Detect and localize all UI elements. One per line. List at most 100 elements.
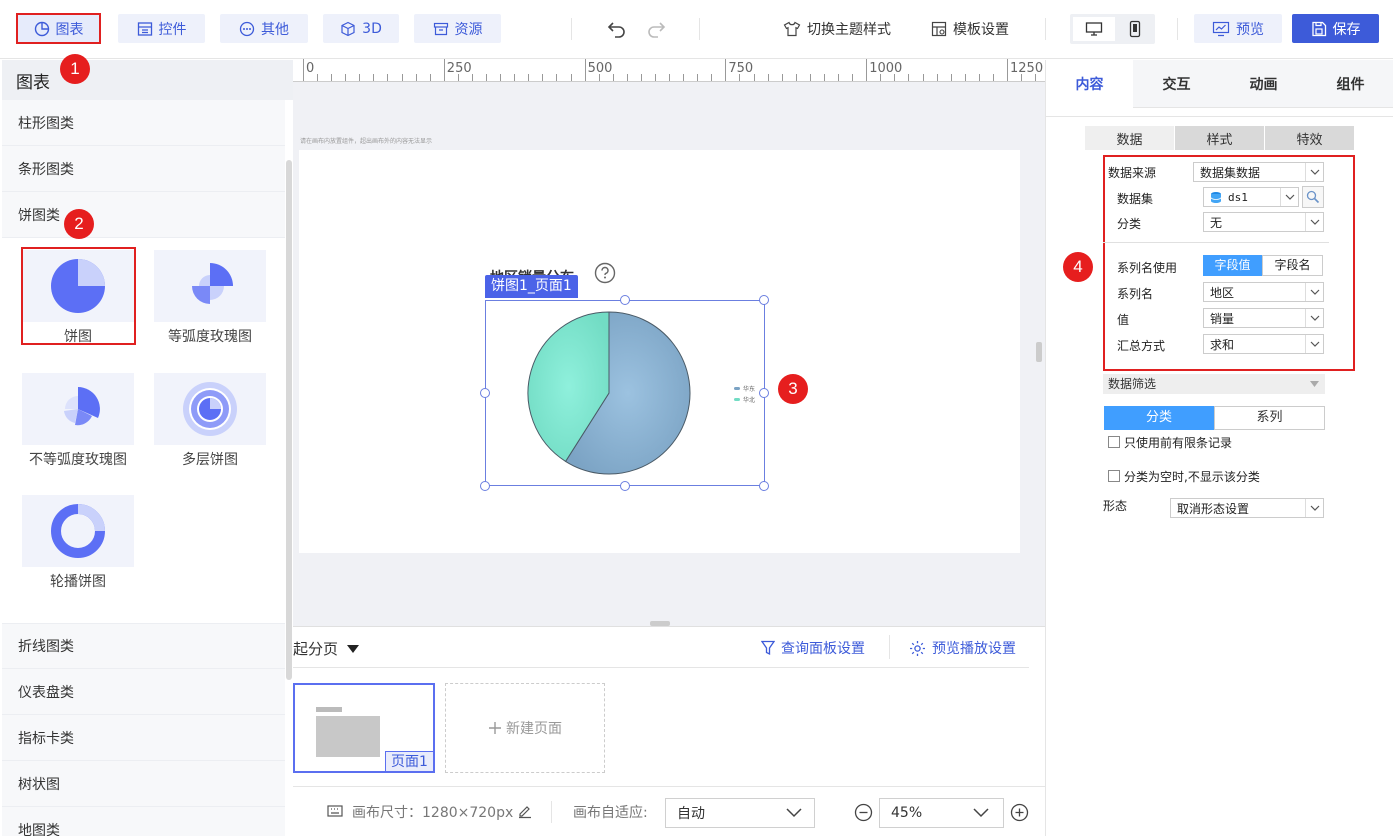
zoom-out-icon[interactable]	[854, 803, 873, 822]
ruler-tick	[345, 74, 347, 81]
category-bar[interactable]: 柱形图类	[2, 100, 285, 146]
form-select[interactable]: 取消形态设置	[1170, 498, 1324, 518]
category-kpi[interactable]: 指标卡类	[2, 715, 285, 761]
undo-icon[interactable]	[607, 20, 627, 38]
category-map[interactable]: 地图类	[2, 807, 285, 836]
horizontal-ruler: 0 250 500 750 1000 1250	[293, 59, 1045, 82]
ruler-tick	[978, 74, 980, 81]
other-tab-button[interactable]: 其他	[220, 14, 308, 43]
subtab-style[interactable]: 样式	[1175, 126, 1264, 150]
category-strip[interactable]: 条形图类	[2, 146, 285, 192]
series-option-field-name[interactable]: 字段名	[1262, 255, 1323, 276]
form-value: 取消形态设置	[1177, 501, 1250, 516]
resize-handle[interactable]	[620, 481, 630, 491]
item-label: 不等弧度玫瑰图	[29, 452, 127, 468]
switch-theme-button[interactable]: 切换主题样式	[783, 14, 891, 43]
series-option-field-value[interactable]: 字段值	[1203, 255, 1262, 276]
donut-chart-icon	[51, 504, 105, 558]
redo-icon[interactable]	[646, 20, 666, 38]
aggregation-label: 汇总方式	[1117, 339, 1166, 353]
new-page-label: 新建页面	[506, 721, 562, 737]
legend-item: 华东	[734, 383, 755, 394]
category-gauge[interactable]: 仪表盘类	[2, 669, 285, 715]
category-line[interactable]: 折线图类	[2, 623, 285, 669]
pie-widget[interactable]: 华东 华北	[485, 300, 765, 486]
dataset-search-button[interactable]	[1302, 186, 1324, 208]
dataset-select[interactable]: ds1	[1203, 187, 1299, 207]
filter-tab-category[interactable]: 分类	[1104, 406, 1214, 430]
save-button[interactable]: 保存	[1292, 14, 1379, 43]
item-equal-rose[interactable]: 等弧度玫瑰图	[154, 250, 266, 346]
ruler-label: 250	[446, 61, 472, 76]
resource-tab-button[interactable]: 资源	[414, 14, 501, 43]
ruler-tick	[584, 59, 586, 81]
item-unequal-rose[interactable]: 不等弧度玫瑰图	[22, 373, 134, 469]
subtab-effect[interactable]: 特效	[1265, 126, 1354, 150]
query-panel-button[interactable]: 查询面板设置	[761, 638, 865, 658]
help-icon[interactable]	[594, 262, 616, 284]
category-select[interactable]: 无	[1203, 212, 1324, 232]
tab-animation[interactable]: 动画	[1220, 60, 1307, 108]
separator-line	[293, 667, 1029, 668]
ruler-tick	[753, 74, 755, 81]
legend-item: 华北	[734, 394, 755, 405]
toolbar-divider	[1177, 18, 1178, 40]
preview-play-button[interactable]: 预览播放设置	[909, 638, 1016, 658]
desktop-view-button[interactable]	[1073, 17, 1115, 41]
data-source-select[interactable]: 数据集数据	[1193, 162, 1324, 182]
aggregation-select[interactable]: 求和	[1203, 334, 1324, 354]
new-page-button[interactable]: 新建页面	[445, 683, 605, 773]
ruler-tick	[387, 74, 389, 81]
resize-handle[interactable]	[480, 481, 490, 491]
value-select[interactable]: 销量	[1203, 308, 1324, 328]
category-tree[interactable]: 树状图	[2, 761, 285, 807]
vertical-splitter-handle[interactable]	[1036, 342, 1042, 362]
only-top-n-checkbox[interactable]	[1108, 436, 1120, 448]
resize-handle[interactable]	[759, 388, 769, 398]
series-name-use-label: 系列名使用	[1117, 261, 1178, 275]
mobile-icon	[1129, 20, 1141, 38]
ruler-tick	[471, 74, 473, 81]
legend-swatch	[734, 387, 740, 390]
edit-pencil-icon[interactable]	[517, 803, 533, 819]
data-filter-header[interactable]: 数据筛选	[1103, 374, 1325, 394]
ruler-tick	[1007, 59, 1008, 81]
resize-handle[interactable]	[480, 388, 490, 398]
data-source-value: 数据集数据	[1200, 165, 1261, 180]
category-pie[interactable]: 饼图类	[2, 192, 285, 238]
preview-button[interactable]: 预览	[1194, 14, 1282, 43]
ruler-tick	[486, 74, 488, 81]
item-carousel-pie[interactable]: 轮播饼图	[22, 495, 134, 591]
zoom-in-icon[interactable]	[1010, 803, 1029, 822]
tab-content[interactable]: 内容	[1046, 60, 1133, 108]
resize-handle[interactable]	[759, 481, 769, 491]
item-multi-pie[interactable]: 多层饼图	[154, 373, 266, 469]
item-label: 多层饼图	[182, 452, 238, 468]
annotation-badge-1: 1	[60, 54, 90, 84]
widget-tab-button[interactable]: 控件	[118, 14, 205, 43]
resize-handle[interactable]	[620, 295, 630, 305]
tab-interaction[interactable]: 交互	[1133, 60, 1220, 108]
series-name-select[interactable]: 地区	[1203, 282, 1324, 302]
annotation-badge-3: 3	[778, 374, 808, 404]
chevron-down-icon	[1305, 499, 1323, 517]
resize-handle[interactable]	[759, 295, 769, 305]
subtab-data[interactable]: 数据	[1085, 126, 1174, 150]
ruler-tick	[556, 74, 558, 81]
preview-label: 预览	[1236, 21, 1264, 38]
pages-dropdown[interactable]: 起分页	[293, 638, 360, 659]
tab-component[interactable]: 组件	[1307, 60, 1393, 108]
filter-tab-series[interactable]: 系列	[1214, 406, 1325, 430]
canvas-size-text: 画布尺寸：1280×720px	[352, 805, 514, 821]
zoom-select[interactable]: 45%	[879, 798, 1004, 828]
panel-scrollbar[interactable]	[286, 160, 292, 680]
ruler-tick	[415, 74, 417, 81]
hide-empty-checkbox[interactable]	[1108, 470, 1120, 482]
canvas-fit-select[interactable]: 自动	[665, 798, 815, 828]
mobile-view-button[interactable]	[1120, 17, 1150, 41]
3d-tab-button[interactable]: 3D	[323, 14, 399, 43]
template-settings-button[interactable]: 模板设置	[931, 14, 1009, 43]
page-thumbnail[interactable]: 页面1	[293, 683, 435, 773]
page-bar: 起分页 查询面板设置 预览播放设置 页面1 新建页面	[293, 626, 1045, 776]
caret-down-icon	[1310, 381, 1319, 387]
